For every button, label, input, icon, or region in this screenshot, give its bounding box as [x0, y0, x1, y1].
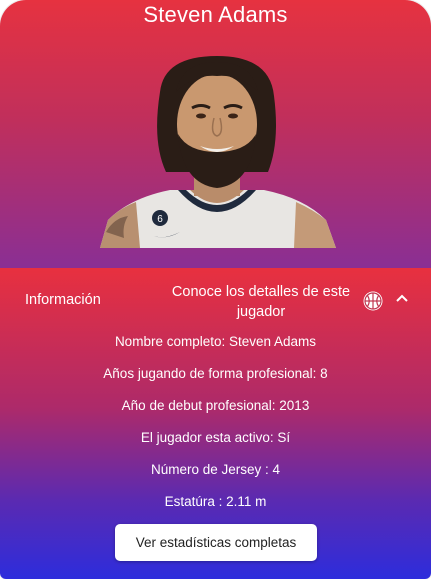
svg-text:6: 6	[157, 214, 163, 225]
player-name-title: Steven Adams	[143, 2, 288, 27]
player-hero: Steven Adams 6	[0, 0, 431, 268]
accordion-subtitle: Conoce los detalles de este jugador	[171, 284, 351, 320]
detail-active-status: El jugador esta activo: Sí	[140, 430, 291, 445]
accordion-title: Información	[25, 292, 101, 308]
player-card: Steven Adams 6 Información Conoce los de…	[0, 0, 431, 579]
detail-jersey-number: Número de Jersey : 4	[150, 462, 281, 477]
chevron-up-icon[interactable]	[395, 293, 409, 303]
detail-full-name: Nombre completo: Steven Adams	[114, 334, 317, 349]
detail-height: Estatúra : 2.11 m	[164, 494, 267, 509]
basketball-icon	[363, 291, 383, 311]
detail-years-pro: Años jugando de forma profesional: 8	[103, 366, 328, 381]
info-accordion-header[interactable]: Información Conoce los detalles de este …	[0, 268, 431, 328]
player-photo: 6	[100, 56, 336, 248]
full-stats-button[interactable]: Ver estadísticas completas	[115, 524, 317, 561]
player-details-panel: Información Conoce los detalles de este …	[0, 268, 431, 579]
detail-debut-year: Año de debut profesional: 2013	[121, 398, 310, 413]
